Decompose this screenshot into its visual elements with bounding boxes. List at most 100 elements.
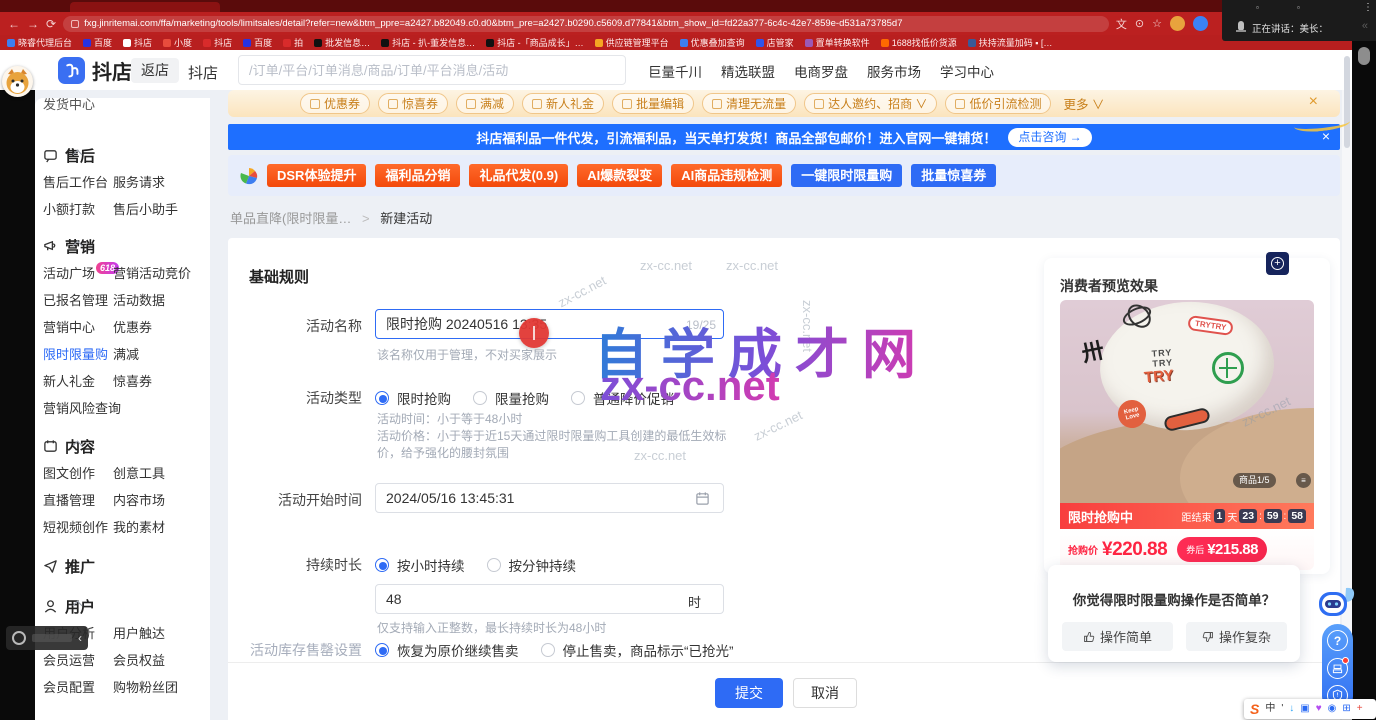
promo-more-link[interactable]: 更多 ∨ (1063, 94, 1104, 113)
window-scrollbar-thumb[interactable] (1358, 47, 1370, 65)
browser-tab[interactable] (70, 2, 220, 12)
radio[interactable] (571, 391, 585, 405)
radio-selected[interactable] (375, 643, 389, 657)
app-logo[interactable]: 抖店 (58, 56, 132, 85)
tool-button[interactable]: DSR体验提升 (267, 164, 366, 187)
ime-key[interactable]: ◉ (1328, 704, 1337, 714)
url-bar[interactable]: fxg.jinritemai.com/ffa/marketing/tools/l… (63, 16, 1109, 32)
collapse-icon[interactable]: ‹ (78, 631, 82, 645)
sidebar-item[interactable]: 创意工具 (113, 460, 205, 487)
bookmark-item[interactable]: 扶持流量加码 ▪ [… (968, 36, 1053, 49)
bookmark-item[interactable]: 优惠叠加查询 (680, 36, 745, 49)
banner-cta-button[interactable]: 点击咨询 → (1008, 128, 1091, 147)
sidebar-item[interactable]: 满减 (113, 341, 205, 368)
ime-key[interactable]: ⊞ (1342, 704, 1350, 714)
ime-key[interactable]: ' (1281, 704, 1283, 714)
radio[interactable] (473, 391, 487, 405)
submit-button[interactable]: 提交 (715, 678, 783, 708)
find-icon[interactable]: ⊙ (1135, 17, 1144, 30)
header-nav-link[interactable]: 学习中心 (940, 61, 994, 81)
header-nav-link[interactable]: 巨量千川 (648, 61, 702, 81)
zoom-in-button[interactable]: + (1266, 252, 1289, 275)
extension-avatar[interactable] (1193, 16, 1208, 31)
tool-button[interactable]: AI商品违规检测 (671, 164, 782, 187)
reload-icon[interactable]: ⟳ (46, 18, 56, 30)
recording-control-chip[interactable]: ‹ (6, 626, 88, 650)
store-name-label[interactable]: 抖店 (188, 62, 218, 83)
bookmark-item[interactable]: 置单转换软件 (805, 36, 870, 49)
sidebar-section-header[interactable]: 营销 (43, 236, 95, 257)
translate-icon[interactable]: 文 (1116, 16, 1127, 32)
header-nav-link[interactable]: 服务市场 (867, 61, 921, 81)
ime-key[interactable]: 中 (1265, 704, 1275, 714)
sidebar-item[interactable]: 会员运营 (43, 647, 113, 674)
tool-button[interactable]: 一键限时限量购 (791, 164, 902, 187)
header-nav-link[interactable]: 电商罗盘 (794, 61, 848, 81)
sidebar-item[interactable]: 会员配置 (43, 674, 113, 701)
tool-button[interactable]: AI爆款裂变 (577, 164, 662, 187)
bookmark-item[interactable]: 晓睿代理后台 (7, 36, 72, 49)
start-time-input[interactable] (375, 483, 724, 513)
radio-label[interactable]: 停止售卖，商品标示“已抢光” (563, 640, 734, 660)
promo-chip[interactable]: 新人礼金 (522, 93, 604, 114)
bookmark-item[interactable]: 批发信息… (314, 36, 370, 49)
sidebar-item[interactable]: 新人礼金 (43, 368, 113, 395)
sidebar-item-shipping-center[interactable]: 发货中心 (43, 98, 95, 113)
sidebar-item[interactable]: 内容市场 (113, 487, 205, 514)
radio-label[interactable]: 恢复为原价继续售卖 (397, 640, 519, 660)
radio-label[interactable]: 限量抢购 (495, 388, 549, 408)
sidebar-item[interactable]: 营销风险查询 (43, 395, 113, 422)
sidebar-item[interactable]: 会员权益 (113, 647, 205, 674)
sidebar-item[interactable]: 营销中心 (43, 314, 113, 341)
global-search-input[interactable] (238, 55, 626, 85)
promo-chip[interactable]: 优惠券 (300, 93, 370, 114)
cancel-button[interactable]: 取消 (793, 678, 857, 708)
page-scrollbar-thumb[interactable] (1344, 56, 1350, 148)
sidebar-item[interactable]: 售后小助手 (113, 196, 205, 223)
back-to-store-button[interactable]: 返店 (131, 58, 179, 83)
back-icon[interactable]: ← (8, 18, 20, 30)
bookmark-star-icon[interactable]: ☆ (1152, 17, 1162, 30)
forward-icon[interactable]: → (27, 18, 39, 30)
inbox-button[interactable] (1327, 658, 1348, 679)
bookmark-item[interactable]: 抖店 (123, 36, 152, 49)
sidebar-item[interactable]: 惊喜券 (113, 368, 205, 395)
bookmark-item[interactable]: 供应链管理平台 (595, 36, 669, 49)
bookmark-item[interactable]: 百度 (243, 36, 272, 49)
sidebar-item[interactable]: 营销活动竞价 (113, 260, 205, 287)
calendar-icon[interactable] (695, 491, 710, 506)
sidebar-item[interactable]: 售后工作台 (43, 169, 113, 196)
ad-banner[interactable]: 抖店福利品一件代发，引流福利品，当天单打发货！商品全部包邮价！进入官网一键铺货！… (228, 124, 1340, 150)
sidebar-item[interactable]: 服务请求 (113, 169, 205, 196)
url-text[interactable]: fxg.jinritemai.com/ffa/marketing/tools/l… (84, 18, 902, 29)
promo-chip[interactable]: 满减 (456, 93, 514, 114)
sidebar-item[interactable]: 限时限量购 (43, 341, 113, 368)
feedback-simple-button[interactable]: 操作简单 (1062, 622, 1173, 651)
sidebar-section-header[interactable]: 售后 (43, 145, 95, 166)
window-control-icons[interactable]: ▫ ▫ (1256, 3, 1318, 12)
profile-avatar[interactable] (1170, 16, 1185, 31)
ime-toolbar[interactable]: S 中'↓▣♥◉⊞+ (1244, 699, 1376, 719)
sidebar-item[interactable]: 直播管理 (43, 487, 113, 514)
promo-chip[interactable]: 清理无流量 (702, 93, 796, 114)
assistant-robot-avatar[interactable] (1316, 586, 1356, 620)
duration-value-input[interactable] (375, 584, 724, 614)
sidebar-item[interactable]: 图文创作 (43, 460, 113, 487)
site-info-icon[interactable] (71, 20, 79, 28)
ime-key[interactable]: ♥ (1316, 704, 1322, 714)
ime-key[interactable]: ▣ (1300, 704, 1309, 714)
sidebar-item[interactable]: 购物粉丝团 (113, 674, 205, 701)
promo-chip[interactable]: 达人邀约、招商 ∨ (804, 93, 937, 114)
tool-button[interactable]: 福利品分销 (375, 164, 460, 187)
radio-label[interactable]: 限时抢购 (397, 388, 451, 408)
bookmark-item[interactable]: 拍 (283, 36, 303, 49)
sidebar-item[interactable]: 短视频创作 (43, 514, 113, 541)
sidebar-section-header[interactable]: 内容 (43, 436, 95, 457)
radio-label[interactable]: 按小时持续 (397, 555, 465, 575)
layers-icon[interactable]: ≡ (1296, 473, 1311, 488)
promo-chip[interactable]: 惊喜券 (378, 93, 448, 114)
ime-key[interactable]: ↓ (1289, 704, 1294, 714)
sidebar-item[interactable]: 活动数据 (113, 287, 205, 314)
bookmark-item[interactable]: 小度 (163, 36, 192, 49)
shiba-avatar[interactable] (2, 66, 33, 97)
